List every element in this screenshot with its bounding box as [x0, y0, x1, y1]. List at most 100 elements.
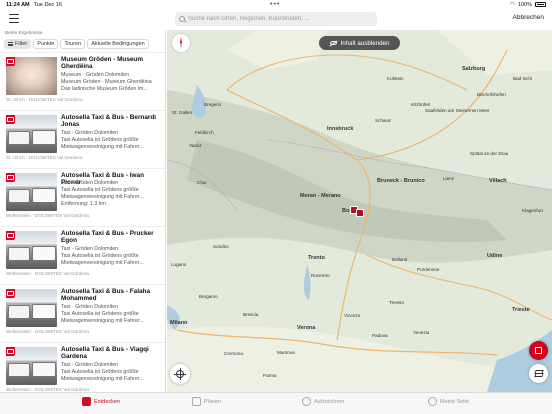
- map-label: Bischofshofen: [477, 92, 506, 97]
- list-item[interactable]: Autosella Taxi & Bus - Falaha Mohammed T…: [0, 284, 165, 342]
- compass-icon[interactable]: [172, 34, 190, 52]
- map-label: Salzburg: [462, 66, 486, 72]
- map-label: Parma: [263, 373, 277, 378]
- layers-icon: [533, 369, 544, 378]
- cancel-button[interactable]: Abbrechen: [513, 14, 544, 21]
- item-line: Museum Gröden - Museum Gherdëina: [61, 79, 152, 85]
- map-label: Trento: [308, 255, 325, 261]
- search-bar[interactable]: [175, 12, 377, 26]
- item-line: Taxi · Gröden Dolomiten: [61, 304, 119, 310]
- search-icon: [179, 16, 185, 22]
- poi-marker-icon[interactable]: [356, 209, 364, 217]
- map-label: Bregenz: [204, 102, 222, 107]
- map-label: Venezia: [413, 330, 430, 335]
- list-item[interactable]: Autosella Taxi & Bus - Bernardi Jonas Ta…: [0, 110, 165, 168]
- item-line: Taxi Autosella ist Grödens größte: [61, 253, 139, 259]
- filter-label: Filter: [15, 41, 28, 47]
- battery-percent: 100%: [517, 1, 532, 8]
- item-line: Taxi · Gröden Dolomiten: [61, 362, 119, 368]
- map-label: Schwaz: [375, 118, 392, 123]
- status-date: Tue Dec 16: [33, 1, 62, 8]
- item-line: Mietwagenvereinigung mit Fahrer...: [61, 260, 144, 266]
- item-location: St. Ulrich · DOLOMITES Val Gardena: [6, 155, 83, 160]
- list-item[interactable]: Autosella Taxi & Bus - Iwan Ploner Taxi …: [0, 168, 165, 226]
- map-label: Kufstein: [387, 76, 404, 81]
- item-details: Taxi · Gröden Dolomiten Taxi Autosella i…: [61, 130, 163, 151]
- shop-button[interactable]: [529, 341, 548, 360]
- map-label: Kitzbühel: [411, 102, 430, 107]
- results-caption: Beste Ergebnisse: [5, 31, 43, 36]
- item-line: Mietwagenvereinigung mit Fahrer...: [61, 376, 144, 382]
- item-title: Autosella Taxi & Bus - Bernardi Jonas: [61, 114, 157, 129]
- taxi-badge-icon: [6, 289, 15, 298]
- hide-content-button[interactable]: Inhalt ausblenden: [319, 36, 400, 50]
- search-input[interactable]: [188, 16, 368, 22]
- map-label: Innsbruck: [327, 126, 354, 132]
- status-bar: 11:24 AM Tue Dec 16 ••• ◠ 100%: [0, 0, 552, 9]
- tours-chip[interactable]: Touren: [60, 39, 86, 49]
- map-label: Vicenza: [344, 313, 361, 318]
- taxi-badge-icon: [6, 173, 15, 182]
- item-title: Autosella Taxi & Bus - Falaha Mohammed: [61, 288, 151, 303]
- map-label: Pordenone: [417, 267, 440, 272]
- top-bar: Abbrechen: [0, 9, 552, 30]
- multitasking-dots-icon[interactable]: •••: [270, 1, 280, 8]
- conditions-chip[interactable]: Aktuelle Bedingungen: [87, 39, 149, 49]
- filter-chip[interactable]: Filter: [4, 39, 32, 49]
- map-label: Spittal an der Drau: [470, 151, 509, 156]
- map-label: Rovereto: [311, 273, 330, 278]
- map-label: Udine: [487, 253, 503, 259]
- item-line: Taxi Autosella ist Grödens größte: [61, 311, 139, 317]
- item-line: Mietwagenvereinigung mit Fahrer...: [61, 194, 144, 200]
- item-location: Wolkenstein · DOLOMITES Val Gardena: [6, 329, 89, 334]
- map-label: Lugano: [171, 262, 187, 267]
- profile-icon: [428, 397, 437, 406]
- item-details: Taxi · Gröden Dolomiten Taxi Autosella i…: [61, 180, 163, 208]
- list-item[interactable]: Autosella Taxi & Bus - Viagqi Gardena Ta…: [0, 342, 165, 392]
- map-label: Treviso: [389, 300, 404, 305]
- map-label: Villach: [489, 178, 507, 184]
- map-label: Bad Ischl: [513, 76, 532, 81]
- item-details: Taxi · Gröden Dolomiten Taxi Autosella i…: [61, 246, 163, 267]
- map-label: Bruneck - Brunico: [377, 178, 425, 184]
- hide-content-label: Inhalt ausblenden: [340, 39, 390, 47]
- wifi-icon: ◠: [509, 2, 515, 8]
- map-view[interactable]: Bregenz Feldkirch Vaduz Chur St. Gallen …: [167, 30, 552, 392]
- item-location: St. Ulrich · DOLOMITES Val Gardena: [6, 97, 83, 102]
- item-line: Taxi Autosella ist Grödens größte: [61, 137, 139, 143]
- points-chip[interactable]: Punkte: [33, 39, 59, 49]
- map-label: Chur: [197, 180, 207, 185]
- map-label: Vaduz: [189, 143, 202, 148]
- map-label: Sondrio: [213, 244, 229, 249]
- discover-icon: [82, 397, 91, 406]
- tab-my-page[interactable]: Meine Seite: [428, 397, 469, 406]
- museum-badge-icon: [6, 57, 15, 66]
- menu-icon[interactable]: [9, 14, 19, 23]
- taxi-badge-icon: [6, 115, 15, 124]
- tab-label: Aufzeichnen: [314, 398, 345, 405]
- tab-record[interactable]: Aufzeichnen: [302, 397, 344, 406]
- map-label: Belluno: [392, 257, 408, 262]
- list-item[interactable]: Autosella Taxi & Bus - Prucker Egon Taxi…: [0, 226, 165, 284]
- tab-plan[interactable]: Planen: [192, 397, 221, 406]
- layers-button[interactable]: [529, 364, 548, 383]
- map-label: Meran - Merano: [300, 193, 341, 199]
- tab-label: Entdecken: [94, 398, 120, 405]
- map-label: Mantova: [277, 350, 295, 355]
- tab-bar: Entdecken Planen Aufzeichnen Meine Seite: [0, 392, 552, 414]
- item-line: Taxi Autosella ist Grödens größte: [61, 187, 139, 193]
- item-line: Mietwagenvereinigung mit Fahrer...: [61, 144, 144, 150]
- status-time: 11:24 AM: [6, 1, 30, 8]
- tab-discover[interactable]: Entdecken: [82, 397, 120, 406]
- item-title: Autosella Taxi & Bus - Prucker Egon: [61, 230, 154, 245]
- filter-icon: [8, 42, 13, 46]
- item-line: Taxi · Gröden Dolomiten: [61, 130, 119, 136]
- locate-button[interactable]: [170, 364, 190, 384]
- item-title: Autosella Taxi & Bus - Viagqi Gardena: [61, 346, 149, 361]
- record-icon: [302, 397, 311, 406]
- tab-label: Planen: [204, 398, 222, 405]
- item-distance: Entfernung: 1.3 km: [61, 201, 106, 207]
- item-line: Das ladinische Museum Gröden im...: [61, 86, 148, 92]
- list-item[interactable]: Museum Gröden - Museum Gherdëina Museum …: [0, 52, 165, 110]
- item-title: Museum Gröden - Museum Gherdëina: [61, 56, 144, 71]
